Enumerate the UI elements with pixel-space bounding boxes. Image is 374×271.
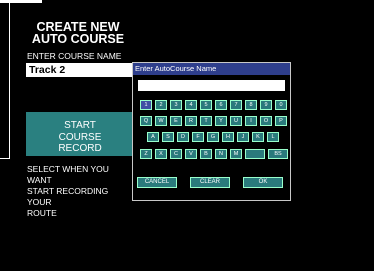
start-label-line2: COURSE xyxy=(58,131,102,143)
key-3[interactable]: 3 xyxy=(170,100,182,110)
key-v[interactable]: V xyxy=(185,149,197,159)
key-6[interactable]: 6 xyxy=(215,100,227,110)
key-h[interactable]: H xyxy=(222,132,234,142)
key-j[interactable]: J xyxy=(237,132,249,142)
key-f[interactable]: F xyxy=(192,132,204,142)
clear-button[interactable]: CLEAR xyxy=(190,177,230,188)
key-z[interactable]: Z xyxy=(140,149,152,159)
key-space[interactable] xyxy=(245,149,265,159)
instructions-text: SELECT WHEN YOU WANT START RECORDING YOU… xyxy=(27,164,132,219)
key-c[interactable]: C xyxy=(170,149,182,159)
key-w[interactable]: W xyxy=(155,116,167,126)
key-a[interactable]: A xyxy=(147,132,159,142)
key-4[interactable]: 4 xyxy=(185,100,197,110)
key-x[interactable]: X xyxy=(155,149,167,159)
key-p[interactable]: P xyxy=(275,116,287,126)
autocourse-name-dialog: Enter AutoCourse Name 1234567890 QWERTYUI… xyxy=(132,62,291,201)
key-l[interactable]: L xyxy=(267,132,279,142)
course-name-field[interactable]: Track 2 xyxy=(26,63,132,77)
start-course-record-button[interactable]: START COURSE RECORD xyxy=(26,112,134,156)
key-0[interactable]: 0 xyxy=(275,100,287,110)
key-1[interactable]: 1 xyxy=(140,100,152,110)
instructions-line2: START RECORDING YOUR xyxy=(27,186,109,207)
instructions-line1: SELECT WHEN YOU WANT xyxy=(27,164,109,185)
key-g[interactable]: G xyxy=(207,132,219,142)
key-u[interactable]: U xyxy=(230,116,242,126)
page-title-line2: AUTO COURSE xyxy=(31,32,125,46)
cancel-button[interactable]: CANCEL xyxy=(137,177,177,188)
key-y[interactable]: Y xyxy=(215,116,227,126)
start-label-line3: RECORD xyxy=(58,143,102,154)
key-d[interactable]: D xyxy=(177,132,189,142)
key-s[interactable]: S xyxy=(162,132,174,142)
key-n[interactable]: N xyxy=(215,149,227,159)
dialog-title: Enter AutoCourse Name xyxy=(133,63,290,75)
key-5[interactable]: 5 xyxy=(200,100,212,110)
start-label-line1: START xyxy=(64,120,96,131)
key-i[interactable]: I xyxy=(245,116,257,126)
key-7[interactable]: 7 xyxy=(230,100,242,110)
left-panel-edge xyxy=(0,0,10,159)
key-o[interactable]: O xyxy=(260,116,272,126)
key-2[interactable]: 2 xyxy=(155,100,167,110)
course-name-label: ENTER COURSE NAME xyxy=(27,51,122,61)
key-r[interactable]: R xyxy=(185,116,197,126)
key-9[interactable]: 9 xyxy=(260,100,272,110)
instructions-line3: ROUTE xyxy=(27,208,57,218)
key-t[interactable]: T xyxy=(200,116,212,126)
page-title: CREATE NEW AUTO COURSE xyxy=(27,21,129,46)
key-8[interactable]: 8 xyxy=(245,100,257,110)
ok-button[interactable]: OK xyxy=(243,177,283,188)
key-b[interactable]: B xyxy=(200,149,212,159)
key-m[interactable]: M xyxy=(230,149,242,159)
name-input[interactable] xyxy=(138,80,285,91)
key-e[interactable]: E xyxy=(170,116,182,126)
key-k[interactable]: K xyxy=(252,132,264,142)
key-backspace[interactable]: BS xyxy=(268,149,288,159)
key-q[interactable]: Q xyxy=(140,116,152,126)
